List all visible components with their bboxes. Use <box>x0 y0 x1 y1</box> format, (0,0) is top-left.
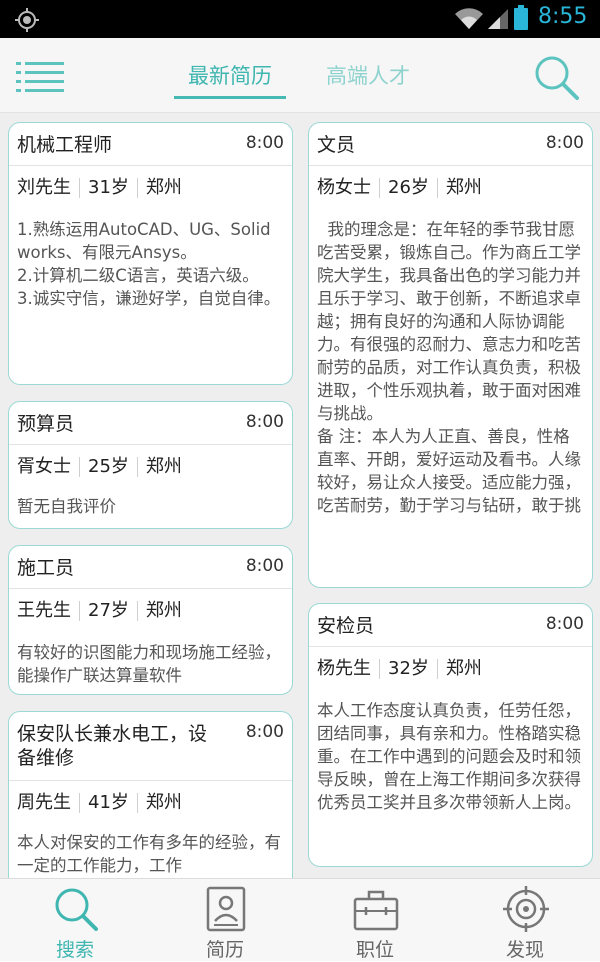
nav-jobs[interactable]: 职位 <box>300 879 450 961</box>
candidate-name: 杨女士 <box>317 177 371 198</box>
job-title: 文员 <box>317 134 356 156</box>
post-time: 8:00 <box>245 412 284 432</box>
candidate-city: 郑州 <box>136 793 190 813</box>
card-header: 保安队长兼水电工，设备维修 8:00 <box>9 712 292 781</box>
resume-list: 机械工程师 8:00 刘先生 31岁 郑州 1.熟练运用AutoCAD、UG、Sol… <box>0 113 600 878</box>
candidate-age: 41岁 <box>79 793 137 813</box>
candidate-name: 周先生 <box>17 792 71 813</box>
candidate-age: 27岁 <box>79 601 137 621</box>
candidate-name: 王先生 <box>17 600 71 621</box>
nav-discover[interactable]: 发现 <box>450 879 600 961</box>
nav-label: 搜索 <box>55 939 94 961</box>
card-header: 施工员 8:00 <box>9 546 292 589</box>
candidate-name: 杨先生 <box>317 658 371 679</box>
candidate-name: 刘先生 <box>17 177 71 198</box>
candidate-meta: 杨先生 32岁 郑州 <box>317 658 490 679</box>
nav-resume[interactable]: 简历 <box>150 879 300 961</box>
candidate-meta: 周先生 41岁 郑州 <box>17 792 190 813</box>
post-time: 8:00 <box>545 614 584 634</box>
card-header: 文员 8:00 <box>309 123 592 166</box>
candidate-city: 郑州 <box>136 178 190 198</box>
candidate-meta: 杨女士 26岁 郑州 <box>317 177 490 198</box>
tab-latest-resumes[interactable]: 最新简历 <box>174 60 286 90</box>
status-time: 8:55 <box>538 4 588 29</box>
candidate-meta: 王先生 27岁 郑州 <box>17 600 190 621</box>
candidate-city: 郑州 <box>136 457 190 477</box>
candidate-age: 26岁 <box>379 178 437 198</box>
candidate-meta: 刘先生 31岁 郑州 <box>17 177 190 198</box>
candidate-description: 我的理念是：在年轻的季节我甘愿吃苦受累，锻炼自己。作为商丘工学院大学生，我具备出… <box>317 220 581 515</box>
signal-icon <box>488 9 508 29</box>
tab-senior-talent[interactable]: 高端人才 <box>312 60 424 90</box>
candidate-description: 暂无自我评价 <box>17 497 116 516</box>
candidate-description: 1.熟练运用AutoCAD、UG、Solidworks、有限元Ansys。 2.… <box>17 220 281 308</box>
status-bar: 8:55 <box>0 0 600 38</box>
card-header: 安检员 8:00 <box>309 604 592 647</box>
post-time: 8:00 <box>245 722 284 742</box>
card-header: 机械工程师 8:00 <box>9 123 292 166</box>
resume-card[interactable]: 预算员 8:00 胥女士 25岁 郑州 暂无自我评价 <box>8 401 293 529</box>
candidate-description: 本人对保安的工作有多年的经验，有一定的工作能力，工作 <box>17 833 281 875</box>
nav-label: 职位 <box>355 939 394 961</box>
wifi-icon <box>455 8 483 29</box>
menu-icon[interactable] <box>16 60 64 94</box>
post-time: 8:00 <box>545 133 584 153</box>
battery-icon <box>514 5 528 30</box>
job-title: 安检员 <box>317 615 375 637</box>
post-time: 8:00 <box>245 556 284 576</box>
job-title: 施工员 <box>17 557 75 579</box>
candidate-description: 本人工作态度认真负责，任劳任怨，团结同事，具有亲和力。性格踏实稳重。在工作中遇到… <box>317 701 581 812</box>
candidate-age: 25岁 <box>79 457 137 477</box>
app-bar: 最新简历 高端人才 <box>0 38 600 113</box>
post-time: 8:00 <box>245 133 284 153</box>
candidate-name: 胥女士 <box>17 456 71 477</box>
candidate-city: 郑州 <box>436 659 490 679</box>
candidate-city: 郑州 <box>436 178 490 198</box>
job-title: 预算员 <box>17 413 75 435</box>
resume-card[interactable]: 安检员 8:00 杨先生 32岁 郑州 本人工作态度认真负责，任劳任怨，团结同事，具… <box>308 603 593 867</box>
card-header: 预算员 8:00 <box>9 402 292 445</box>
briefcase-icon <box>353 890 399 931</box>
resume-card[interactable]: 施工员 8:00 王先生 27岁 郑州 有较好的识图能力和现场施工经验，能操作广联达… <box>8 545 293 695</box>
job-title: 保安队长兼水电工，设备维修 <box>17 723 208 769</box>
nav-label: 发现 <box>505 939 544 961</box>
gps-icon <box>15 8 39 32</box>
resume-card[interactable]: 文员 8:00 杨女士 26岁 郑州 我的理念是：在年轻的季节我甘愿吃苦受累，锻炼自… <box>308 122 593 588</box>
resume-card[interactable]: 保安队长兼水电工，设备维修 8:00 周先生 41岁 郑州 本人对保安的工作有多年的… <box>8 711 293 878</box>
nav-search[interactable]: 搜索 <box>0 879 150 961</box>
candidate-description: 有较好的识图能力和现场施工经验，能操作广联达算量软件 <box>17 643 281 685</box>
tab-active-indicator <box>174 96 286 99</box>
resume-card[interactable]: 机械工程师 8:00 刘先生 31岁 郑州 1.熟练运用AutoCAD、UG、Sol… <box>8 122 293 385</box>
job-title: 机械工程师 <box>17 134 113 156</box>
nav-label: 简历 <box>205 939 244 961</box>
candidate-meta: 胥女士 25岁 郑州 <box>17 456 190 477</box>
candidate-city: 郑州 <box>136 601 190 621</box>
search-icon[interactable] <box>533 54 579 100</box>
resume-icon <box>206 886 246 932</box>
search-icon <box>55 888 98 931</box>
target-icon <box>503 886 549 932</box>
candidate-age: 32岁 <box>379 659 437 679</box>
candidate-age: 31岁 <box>79 178 137 198</box>
bottom-nav: 搜索 简历 职位 发现 <box>0 878 600 961</box>
